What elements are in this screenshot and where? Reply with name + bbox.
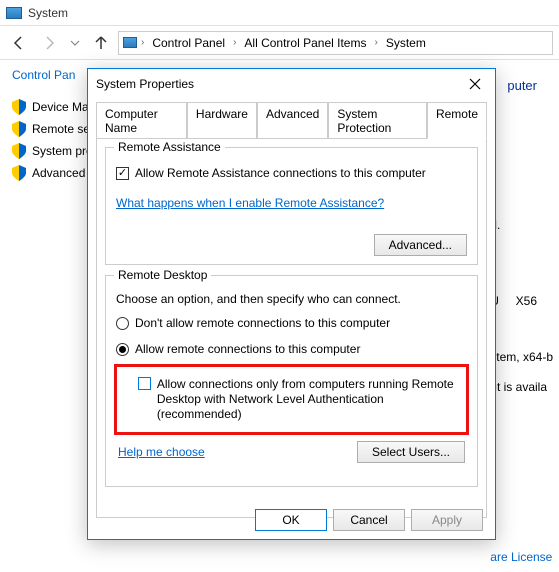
bg-info: d. U X56 stem, x64-b ut is availa are Li…: [490, 210, 553, 572]
sidebar-label: Device Ma: [32, 100, 89, 114]
tab-hardware[interactable]: Hardware: [187, 102, 257, 139]
nla-checkbox[interactable]: [138, 377, 151, 390]
forward-button[interactable]: [36, 30, 62, 56]
address-icon: [123, 37, 137, 48]
remote-assistance-group: Remote Assistance Allow Remote Assistanc…: [105, 147, 478, 265]
license-link[interactable]: are License: [490, 542, 553, 572]
dont-allow-label: Don't allow remote connections to this c…: [135, 316, 390, 330]
tab-strip: Computer Name Hardware Advanced System P…: [96, 101, 487, 138]
group-legend: Remote Assistance: [114, 140, 225, 154]
dialog-title: System Properties: [96, 77, 194, 91]
allow-connections-label: Allow remote connections to this compute…: [135, 342, 360, 356]
close-icon: [469, 78, 481, 90]
tab-advanced[interactable]: Advanced: [257, 102, 328, 139]
sidebar-label: System pro: [32, 144, 93, 158]
highlight-box: Allow connections only from computers ru…: [114, 364, 469, 435]
back-button[interactable]: [6, 30, 32, 56]
allow-connections-radio[interactable]: [116, 343, 129, 356]
bg-line: d.: [490, 210, 553, 240]
ok-button[interactable]: OK: [255, 509, 327, 531]
allow-remote-assistance-checkbox[interactable]: [116, 167, 129, 180]
sidebar-label: Remote se: [32, 122, 90, 136]
tab-content: Remote Assistance Allow Remote Assistanc…: [96, 138, 487, 518]
tab-computer-name[interactable]: Computer Name: [96, 102, 187, 139]
window-title: System: [28, 6, 68, 20]
dialog-titlebar: System Properties: [88, 69, 495, 99]
group-legend: Remote Desktop: [114, 268, 211, 282]
bg-line: ut is availa: [490, 372, 553, 402]
dialog-button-row: OK Cancel Apply: [255, 509, 483, 531]
allow-remote-assistance-label: Allow Remote Assistance connections to t…: [135, 166, 426, 180]
bg-line: X56: [516, 294, 537, 308]
select-users-button[interactable]: Select Users...: [357, 441, 465, 463]
remote-desktop-group: Remote Desktop Choose an option, and the…: [105, 275, 478, 487]
nav-toolbar: › Control Panel › All Control Panel Item…: [0, 26, 559, 60]
up-button[interactable]: [88, 30, 114, 56]
system-properties-dialog: System Properties Computer Name Hardware…: [87, 68, 496, 540]
rd-intro-text: Choose an option, and then specify who c…: [116, 292, 467, 306]
chevron-icon: ›: [141, 37, 144, 48]
address-bar[interactable]: › Control Panel › All Control Panel Item…: [118, 31, 553, 55]
tab-system-protection[interactable]: System Protection: [328, 102, 427, 139]
ra-help-link[interactable]: What happens when I enable Remote Assist…: [116, 196, 384, 210]
shield-icon: [12, 121, 26, 137]
tab-remote[interactable]: Remote: [427, 102, 487, 139]
chevron-icon: ›: [233, 37, 236, 48]
nla-label: Allow connections only from computers ru…: [157, 377, 460, 422]
cancel-button[interactable]: Cancel: [333, 509, 405, 531]
chevron-icon: ›: [374, 37, 377, 48]
crumb-0[interactable]: Control Panel: [148, 34, 229, 52]
close-button[interactable]: [463, 72, 487, 96]
crumb-2[interactable]: System: [382, 34, 430, 52]
system-icon: [6, 7, 22, 19]
crumb-1[interactable]: All Control Panel Items: [240, 34, 370, 52]
dont-allow-radio[interactable]: [116, 317, 129, 330]
titlebar: System: [0, 0, 559, 26]
bg-line: stem, x64-b: [490, 342, 553, 372]
shield-icon: [12, 143, 26, 159]
history-dropdown[interactable]: [66, 34, 84, 52]
sidebar-label: Advanced: [32, 166, 85, 180]
help-me-choose-link[interactable]: Help me choose: [118, 445, 205, 459]
shield-icon: [12, 165, 26, 181]
apply-button[interactable]: Apply: [411, 509, 483, 531]
ra-advanced-button[interactable]: Advanced...: [374, 234, 467, 256]
shield-icon: [12, 99, 26, 115]
